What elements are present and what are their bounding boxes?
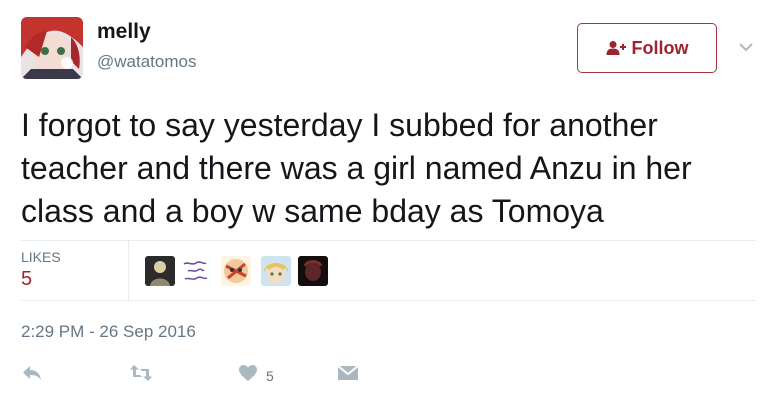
retweet-button[interactable] [129,364,153,387]
likes-label: LIKES [21,249,61,265]
liker-avatar[interactable] [261,256,291,286]
likes-count[interactable]: 5 [21,268,32,291]
stats-vertical-divider [128,241,129,300]
tweet-timestamp[interactable]: 2:29 PM - 26 Sep 2016 [21,322,196,342]
direct-message-icon [337,364,359,387]
direct-message-button[interactable] [337,364,359,387]
liker-avatar[interactable] [298,256,328,286]
avatar[interactable] [21,17,83,79]
liker-avatar[interactable] [221,256,251,286]
reply-button[interactable] [21,364,43,387]
like-button[interactable]: 5 [238,364,274,387]
liker-avatar[interactable] [145,256,175,286]
stats-bottom-divider [21,300,756,301]
author-handle[interactable]: @watatomos [97,52,196,72]
tweet-text: I forgot to say yesterday I subbed for a… [21,107,692,229]
follow-label: Follow [631,37,689,58]
stats-top-divider [21,240,756,241]
liker-avatar[interactable] [180,256,210,286]
retweet-icon [129,364,153,387]
chevron-down-icon[interactable] [738,40,754,52]
author-name[interactable]: melly [97,20,151,44]
add-user-icon [606,40,626,56]
like-count: 5 [266,367,274,384]
follow-button[interactable]: Follow [577,23,717,73]
reply-icon [21,364,43,387]
heart-icon [238,364,258,387]
